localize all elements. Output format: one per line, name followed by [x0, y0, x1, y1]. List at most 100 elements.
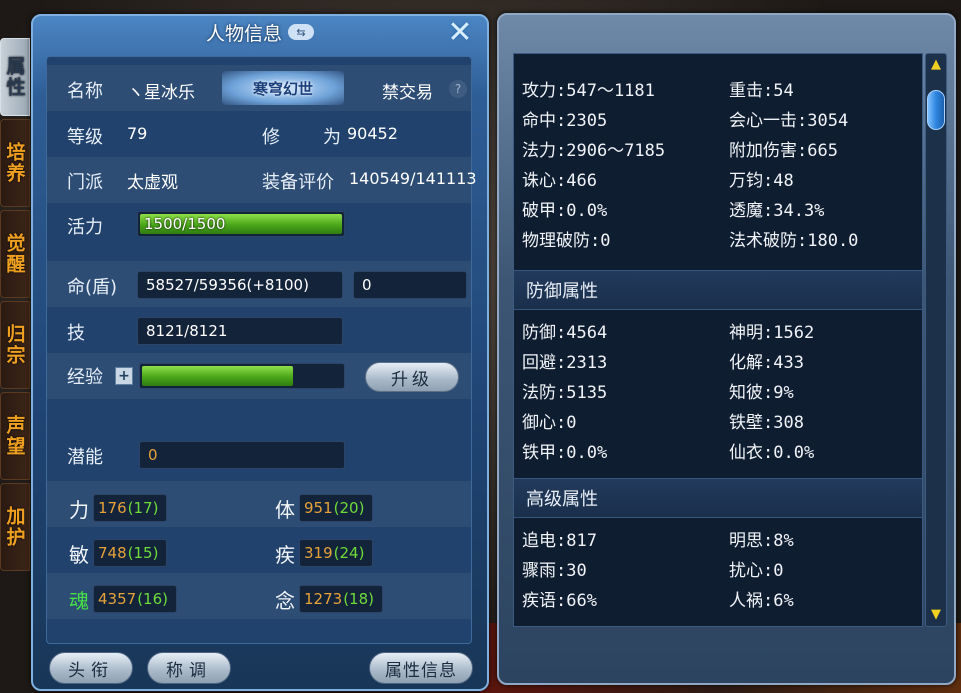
attr-zhouyu: 骤雨:30: [522, 561, 587, 581]
title-adjust-button[interactable]: 称调: [147, 652, 231, 684]
attr-mingsi: 明思:8%: [729, 531, 794, 551]
stat-strength-base: 176: [98, 499, 127, 517]
equip-rating-label: 装备评价: [262, 172, 334, 193]
side-tab-training[interactable]: 培养: [0, 119, 30, 207]
attribute-list[interactable]: 攻力:547～1181 重击:54 命中:2305 会心一击:3054 法力:2…: [513, 53, 923, 627]
advanced-section-header: 高级属性: [514, 478, 922, 518]
stat-constitution-bonus: (20): [333, 499, 365, 517]
attr-iron-armor: 铁甲:0.0%: [522, 443, 608, 463]
attr-accuracy: 命中:2305: [522, 111, 608, 131]
stat-soul-bonus: (16): [137, 590, 168, 608]
attr-evasion: 回避:2313: [522, 353, 608, 373]
attr-renhuo: 人祸:6%: [729, 591, 794, 611]
side-tab-awaken[interactable]: 觉醒: [0, 210, 30, 298]
scroll-down-icon[interactable]: ▼: [929, 608, 943, 622]
attr-magic-defense: 法防:5135: [522, 383, 608, 403]
attr-heavy-hit: 重击:54: [729, 81, 794, 101]
attr-yuxin: 御心:0: [522, 413, 577, 433]
scroll-thumb[interactable]: [927, 90, 945, 130]
side-tab-reputation[interactable]: 声望: [0, 392, 30, 480]
stat-mind-bonus: (18): [343, 590, 374, 608]
character-info-panel: 人物信息 ⇆ ✕ 名称 ヽ星冰乐 寒穹幻世 禁交易 ? 等级 79 修 为 90…: [31, 14, 489, 691]
potential-label: 潜能: [67, 447, 103, 468]
stat-agility-value: 748 (15): [93, 539, 167, 567]
title-badge: 寒穹幻世: [222, 71, 344, 105]
exp-plus-button[interactable]: +: [115, 367, 133, 385]
attr-zhuidian: 追电:817: [522, 531, 597, 551]
scroll-up-icon[interactable]: ▲: [929, 58, 943, 72]
attr-extra-damage: 附加伤害:665: [729, 141, 838, 161]
attr-physical-penetration: 物理破防:0: [522, 231, 611, 251]
sect-value: 太虚观: [127, 173, 178, 193]
attr-defense: 防御:4564: [522, 323, 608, 343]
stat-strength-label: 力: [69, 498, 89, 522]
stat-mind-value: 1273 (18): [299, 585, 383, 613]
attr-armor-break: 破甲:0.0%: [522, 201, 608, 221]
side-tab-blessing[interactable]: 加护: [0, 483, 30, 571]
skill-field: 8121/8121: [137, 317, 343, 345]
attr-iron-wall: 铁壁:308: [729, 413, 804, 433]
cultivation-value: 90452: [347, 124, 398, 143]
stat-speed-bonus: (24): [333, 544, 365, 562]
side-tab-attributes[interactable]: 属性: [0, 38, 30, 116]
attr-resolve: 化解:433: [729, 353, 804, 373]
window-title: 人物信息: [205, 22, 282, 45]
character-info-content: 名称 ヽ星冰乐 寒穹幻世 禁交易 ? 等级 79 修 为 90452 门派 太虚…: [46, 56, 477, 644]
attribute-info-button[interactable]: 属性信息: [369, 652, 473, 684]
potential-field: 0: [139, 441, 345, 469]
level-up-button[interactable]: 升级: [365, 362, 459, 392]
vitality-bar: 1500/1500: [137, 211, 345, 237]
vitality-label: 活力: [67, 217, 103, 238]
side-tab-bar: 属性 培养 觉醒 归宗 声望 加护: [0, 38, 30, 574]
attr-jiyu: 疾语:66%: [522, 591, 597, 611]
exp-fill: [142, 366, 294, 386]
attr-magic-pierce: 透魔:34.3%: [729, 201, 825, 221]
attr-zhibi: 知彼:9%: [729, 383, 794, 403]
exp-bar: [139, 363, 345, 389]
trade-status: 禁交易: [382, 83, 433, 103]
attr-critical: 会心一击:3054: [729, 111, 849, 131]
stat-agility-label: 敏: [69, 543, 89, 567]
exp-label: 经验: [67, 367, 103, 388]
hp-field: 58527/59356(+8100): [137, 271, 343, 299]
stat-speed-value: 319 (24): [299, 539, 373, 567]
attr-wanjun: 万钧:48: [729, 171, 794, 191]
stat-soul-base: 4357: [98, 590, 137, 608]
window-titlebar: 人物信息 ⇆: [33, 16, 487, 48]
stat-agility-bonus: (15): [127, 544, 159, 562]
shield-extra-field: 0: [353, 271, 467, 299]
stat-soul-value: 4357 (16): [93, 585, 177, 613]
attr-shenming: 神明:1562: [729, 323, 815, 343]
stat-agility-base: 748: [98, 544, 127, 562]
avatar-title-button[interactable]: 头衔: [49, 652, 133, 684]
sect-label: 门派: [67, 172, 103, 193]
stat-soul-label: 魂: [69, 589, 89, 613]
attr-magic: 法力:2906～7185: [522, 141, 666, 161]
stat-speed-base: 319: [304, 544, 333, 562]
level-label: 等级: [67, 127, 103, 148]
attribute-scrollbar[interactable]: ▲ ▼: [925, 53, 947, 627]
stat-mind-base: 1273: [304, 590, 343, 608]
defense-section-header: 防御属性: [514, 270, 922, 310]
side-tab-return[interactable]: 归宗: [0, 301, 30, 389]
attr-immortal-robe: 仙衣:0.0%: [729, 443, 815, 463]
attr-raoxin: 扰心:0: [729, 561, 784, 581]
stat-strength-bonus: (17): [127, 499, 159, 517]
attr-magic-penetration: 法术破防:180.0: [729, 231, 859, 251]
swap-icon[interactable]: ⇆: [288, 24, 314, 40]
cultivation-label-1: 修: [262, 127, 280, 148]
stat-constitution-label: 体: [275, 498, 295, 522]
attr-attack: 攻力:547～1181: [522, 81, 655, 101]
attr-zhuxin: 诛心:466: [522, 171, 597, 191]
stat-strength-value: 176 (17): [93, 494, 167, 522]
close-button[interactable]: ✕: [445, 18, 475, 48]
name-label: 名称: [67, 81, 103, 102]
vitality-value: 1500/1500: [144, 215, 226, 233]
hp-label: 命(盾): [67, 277, 118, 298]
stat-mind-label: 念: [275, 589, 295, 613]
cultivation-label-2: 为: [323, 127, 341, 148]
help-icon[interactable]: ?: [449, 80, 467, 98]
stat-constitution-base: 951: [304, 499, 333, 517]
level-value: 79: [127, 124, 148, 143]
attribute-detail-panel: 攻力:547～1181 重击:54 命中:2305 会心一击:3054 法力:2…: [497, 13, 956, 685]
